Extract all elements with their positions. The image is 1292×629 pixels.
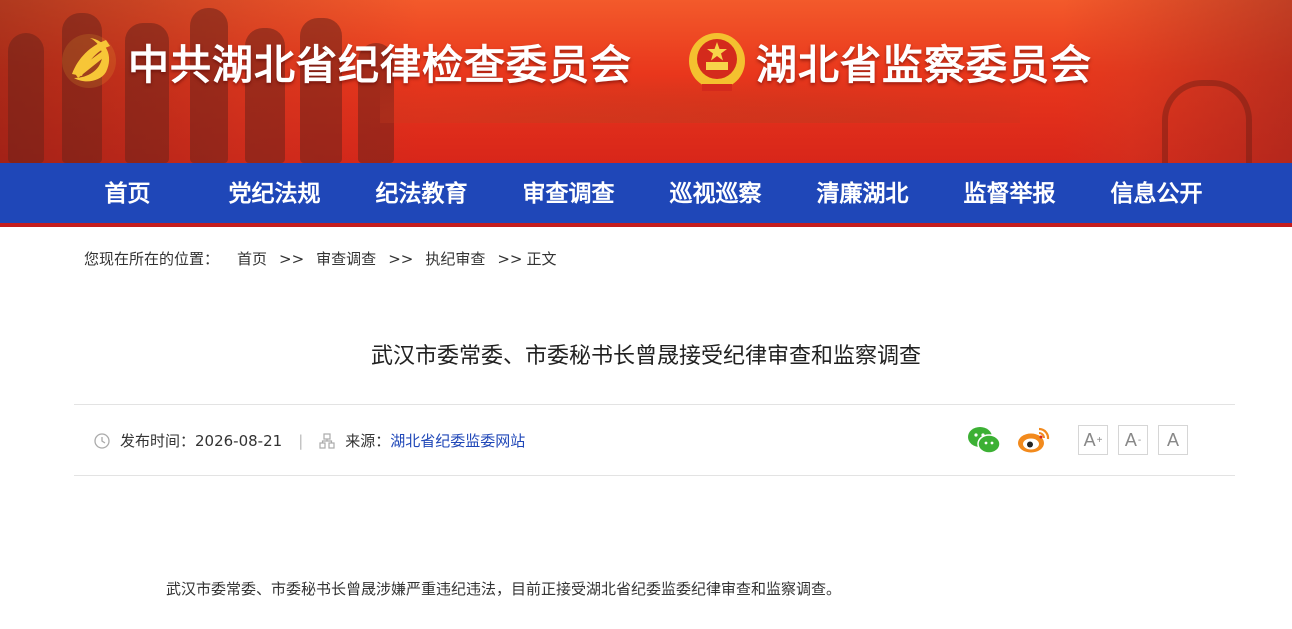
- font-size-large-button[interactable]: A +: [1078, 425, 1108, 455]
- supervision-brand[interactable]: 湖北省监察委员会: [688, 28, 1092, 94]
- main-nav: 首页 党纪法规 纪法教育 审查调查 巡视巡察 清廉湖北 监督举报 信息公开: [0, 163, 1292, 227]
- font-size-controls: A + A- A: [1078, 425, 1198, 455]
- header-banner: 中共湖北省纪律检查委员会 湖北省监察委员会: [0, 0, 1292, 163]
- nav-item-info-disclosure[interactable]: 信息公开: [1083, 163, 1230, 223]
- national-emblem-icon: [689, 33, 745, 91]
- nav-item-party-rules[interactable]: 党纪法规: [201, 163, 348, 223]
- cpc-discipline-brand[interactable]: 中共湖北省纪律检查委员会: [60, 28, 632, 94]
- article-title: 武汉市委常委、市委秘书长曾晟接受纪律审查和监察调查: [370, 344, 921, 369]
- clock-icon: [94, 432, 110, 449]
- party-emblem-icon: [62, 34, 116, 88]
- font-size-medium-button[interactable]: A-: [1118, 425, 1148, 455]
- breadcrumb-discipline-link[interactable]: 执纪审查: [425, 248, 485, 269]
- brand-title-discipline: 中共湖北省纪律检查委员会: [128, 41, 632, 89]
- weibo-icon[interactable]: [1017, 425, 1051, 455]
- breadcrumb-current: 正文: [526, 250, 557, 268]
- share-buttons: [967, 425, 1067, 455]
- brand-title-supervision: 湖北省监察委员会: [756, 41, 1092, 89]
- publish-date: 发布时间：2026-08-21: [120, 432, 283, 450]
- source-value: 湖北省纪委监委网站: [390, 432, 526, 450]
- breadcrumb-separator: >>: [388, 249, 414, 268]
- breadcrumb-review-link[interactable]: 审查调查: [316, 248, 376, 269]
- source-icon: [319, 432, 335, 449]
- breadcrumb: 您现在所在的位置： 首页 >> 审查调查 >> 执纪审查 >> 正文: [84, 248, 557, 269]
- article-body: 武汉市委常委、市委秘书长曾晟涉嫌严重违纪违法，目前正接受湖北省纪委监委纪律审查和…: [166, 580, 842, 598]
- breadcrumb-separator: >>: [279, 249, 305, 268]
- nav-item-discipline-education[interactable]: 纪法教育: [348, 163, 495, 223]
- breadcrumb-home-link[interactable]: 首页: [237, 248, 267, 269]
- wechat-icon[interactable]: [967, 425, 1001, 455]
- breadcrumb-separator: >>: [497, 249, 523, 268]
- breadcrumb-prefix: 您现在所在的位置：: [84, 250, 220, 268]
- nav-item-review-investigation[interactable]: 审查调查: [495, 163, 642, 223]
- article-meta-bar: 发布时间：2026-08-21 | 来源： 湖北省纪委监委网站 A + A - …: [74, 404, 1235, 476]
- nav-item-report[interactable]: 监督举报: [936, 163, 1083, 223]
- font-size-normal-button[interactable]: A: [1158, 425, 1188, 455]
- nav-item-clean-hubei[interactable]: 清廉湖北: [789, 163, 936, 223]
- meta-divider: |: [298, 431, 304, 450]
- banner-building-photo: [1062, 0, 1292, 163]
- nav-item-home[interactable]: 首页: [54, 163, 201, 223]
- nav-item-inspection[interactable]: 巡视巡察: [642, 163, 789, 223]
- source-label: 来源：: [345, 432, 391, 450]
